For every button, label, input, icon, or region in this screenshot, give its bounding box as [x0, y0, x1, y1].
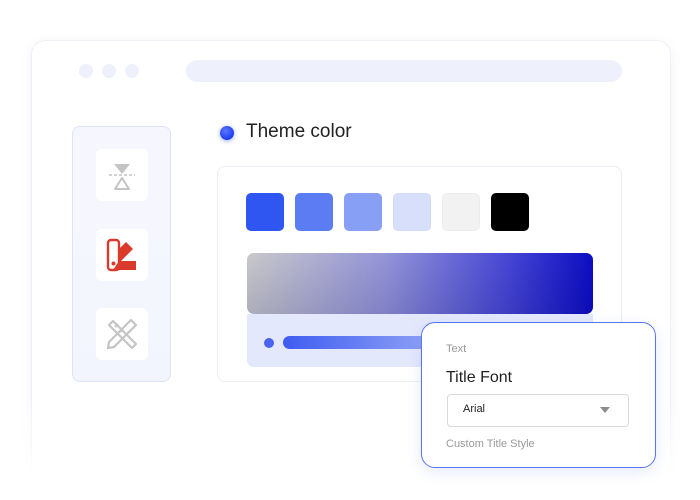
window-dot-1[interactable] — [79, 64, 93, 78]
slider-knob[interactable] — [264, 338, 274, 348]
swatch-1[interactable] — [246, 193, 284, 231]
swatch-2[interactable] — [295, 193, 333, 231]
swatch-4[interactable] — [393, 193, 431, 231]
theme-color-label: Theme color — [246, 121, 352, 142]
hue-slider[interactable] — [283, 336, 433, 349]
custom-title-style-link[interactable]: Custom Title Style — [446, 438, 535, 450]
paint-palette-icon — [106, 238, 136, 272]
stage: Theme color Text Title Font Arial Custom… — [0, 0, 700, 500]
window-dot-3[interactable] — [125, 64, 139, 78]
tool-design[interactable] — [96, 308, 148, 360]
text-baseline-icon — [109, 164, 135, 190]
popup-title: Title Font — [446, 369, 513, 386]
swatch-5[interactable] — [442, 193, 480, 231]
address-bar[interactable] — [186, 60, 622, 82]
theme-color-indicator — [220, 126, 234, 140]
tool-text-baseline[interactable] — [96, 149, 148, 201]
popup-section-label: Text — [446, 343, 467, 355]
swatch-3[interactable] — [344, 193, 382, 231]
chevron-down-icon[interactable] — [600, 407, 610, 413]
swatch-6[interactable] — [491, 193, 529, 231]
tool-palette[interactable] — [96, 229, 148, 281]
font-select-value: Arial — [463, 403, 486, 415]
design-tools-icon — [106, 318, 138, 350]
window-dot-2[interactable] — [102, 64, 116, 78]
color-gradient-picker[interactable] — [247, 253, 593, 314]
